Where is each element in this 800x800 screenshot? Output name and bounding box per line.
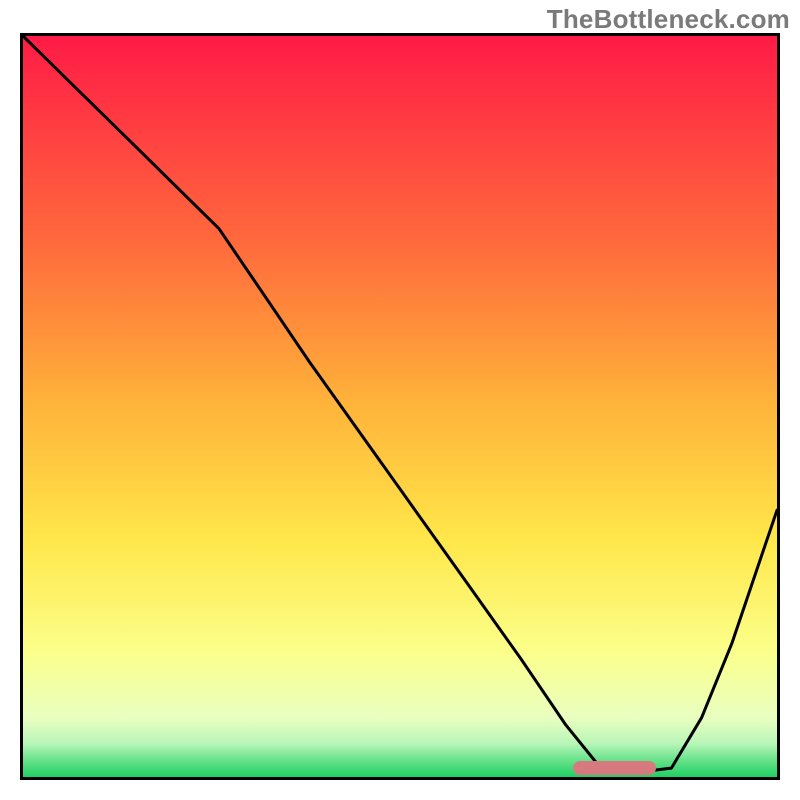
bottleneck-curve <box>23 36 777 777</box>
chart-frame: TheBottleneck.com <box>0 0 800 800</box>
plot-area <box>20 33 780 780</box>
watermark-text: TheBottleneck.com <box>547 4 790 35</box>
optimal-range-marker <box>573 761 656 775</box>
